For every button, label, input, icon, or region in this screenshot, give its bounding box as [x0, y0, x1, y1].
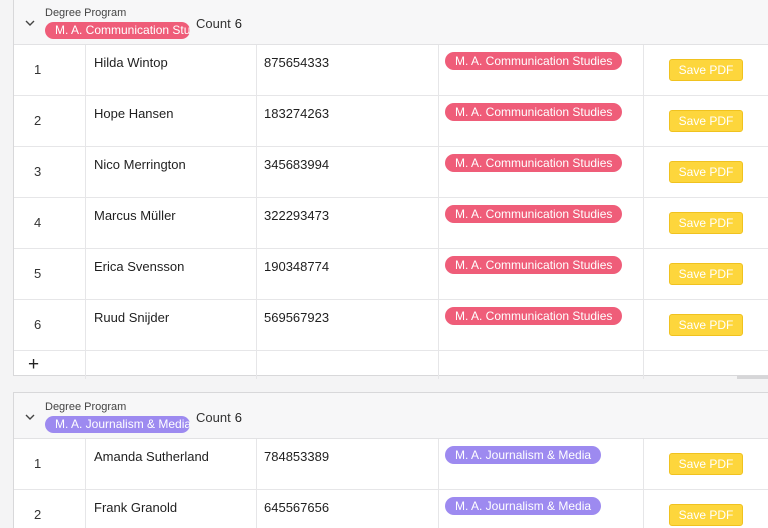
program-chip[interactable]: M. A. Communication Studies: [445, 103, 623, 121]
table-row[interactable]: 3 Nico Merrington 345683994 M. A. Commun…: [14, 147, 768, 198]
student-id[interactable]: 784853389: [264, 449, 329, 464]
row-number: 1: [34, 456, 42, 471]
save-pdf-button[interactable]: Save PDF: [669, 161, 743, 183]
student-id[interactable]: 190348774: [264, 259, 329, 274]
save-pdf-button[interactable]: Save PDF: [669, 110, 743, 132]
save-pdf-button[interactable]: Save PDF: [669, 263, 743, 285]
student-name[interactable]: Amanda Sutherland: [94, 449, 209, 464]
program-chip[interactable]: M. A. Communication Studies: [445, 256, 623, 274]
student-id[interactable]: 183274263: [264, 106, 329, 121]
table-row[interactable]: 4 Marcus Müller 322293473 M. A. Communic…: [14, 198, 768, 249]
add-record-row[interactable]: +: [14, 351, 768, 379]
chevron-down-icon[interactable]: [24, 411, 36, 423]
student-name[interactable]: Hope Hansen: [94, 106, 174, 121]
program-chip[interactable]: M. A. Communication Studies: [445, 154, 623, 172]
row-number: 5: [34, 266, 42, 281]
group-communication-studies: Degree Program M. A. Communication Studi…: [13, 0, 768, 379]
student-id[interactable]: 322293473: [264, 208, 329, 223]
table-row[interactable]: 1 Amanda Sutherland 784853389 M. A. Jour…: [14, 439, 768, 490]
program-chip[interactable]: M. A. Journalism & Media: [445, 446, 602, 464]
group-value-chip: M. A. Journalism & Media: [45, 416, 190, 433]
save-pdf-button[interactable]: Save PDF: [669, 453, 743, 475]
program-chip[interactable]: M. A. Journalism & Media: [445, 497, 602, 515]
scroll-divider: [737, 376, 768, 379]
group-journalism-media: Degree Program M. A. Journalism & Media …: [13, 392, 768, 528]
table-row[interactable]: 2 Frank Granold 645567656 M. A. Journali…: [14, 490, 768, 528]
row-number: 2: [34, 507, 42, 522]
table-row[interactable]: 2 Hope Hansen 183274263 M. A. Communicat…: [14, 96, 768, 147]
chevron-down-icon[interactable]: [24, 17, 36, 29]
table-row[interactable]: 1 Hilda Wintop 875654333 M. A. Communica…: [14, 45, 768, 96]
student-id[interactable]: 345683994: [264, 157, 329, 172]
group-field-label: Degree Program: [45, 401, 127, 413]
student-name[interactable]: Hilda Wintop: [94, 55, 168, 70]
program-chip[interactable]: M. A. Communication Studies: [445, 205, 623, 223]
table-row[interactable]: 6 Ruud Snijder 569567923 M. A. Communica…: [14, 300, 768, 351]
table-row[interactable]: 5 Erica Svensson 190348774 M. A. Communi…: [14, 249, 768, 300]
save-pdf-button[interactable]: Save PDF: [669, 504, 743, 526]
plus-icon[interactable]: +: [28, 355, 39, 374]
student-id[interactable]: 875654333: [264, 55, 329, 70]
program-chip[interactable]: M. A. Communication Studies: [445, 307, 623, 325]
group-header: Degree Program M. A. Communication Studi…: [14, 0, 768, 45]
row-number: 2: [34, 113, 42, 128]
save-pdf-button[interactable]: Save PDF: [669, 314, 743, 336]
student-name[interactable]: Ruud Snijder: [94, 310, 169, 325]
group-count: Count 6: [196, 410, 242, 425]
save-pdf-button[interactable]: Save PDF: [669, 59, 743, 81]
student-name[interactable]: Erica Svensson: [94, 259, 184, 274]
row-number: 4: [34, 215, 42, 230]
student-name[interactable]: Frank Granold: [94, 500, 177, 515]
row-number: 1: [34, 62, 42, 77]
group-value-chip: M. A. Communication Studies: [45, 22, 190, 39]
student-id[interactable]: 645567656: [264, 500, 329, 515]
student-name[interactable]: Marcus Müller: [94, 208, 176, 223]
program-chip[interactable]: M. A. Communication Studies: [445, 52, 623, 70]
save-pdf-button[interactable]: Save PDF: [669, 212, 743, 234]
group-header: Degree Program M. A. Journalism & Media …: [14, 393, 768, 439]
row-number: 3: [34, 164, 42, 179]
student-name[interactable]: Nico Merrington: [94, 157, 186, 172]
student-id[interactable]: 569567923: [264, 310, 329, 325]
row-number: 6: [34, 317, 42, 332]
group-field-label: Degree Program: [45, 7, 127, 19]
group-count: Count 6: [196, 16, 242, 31]
